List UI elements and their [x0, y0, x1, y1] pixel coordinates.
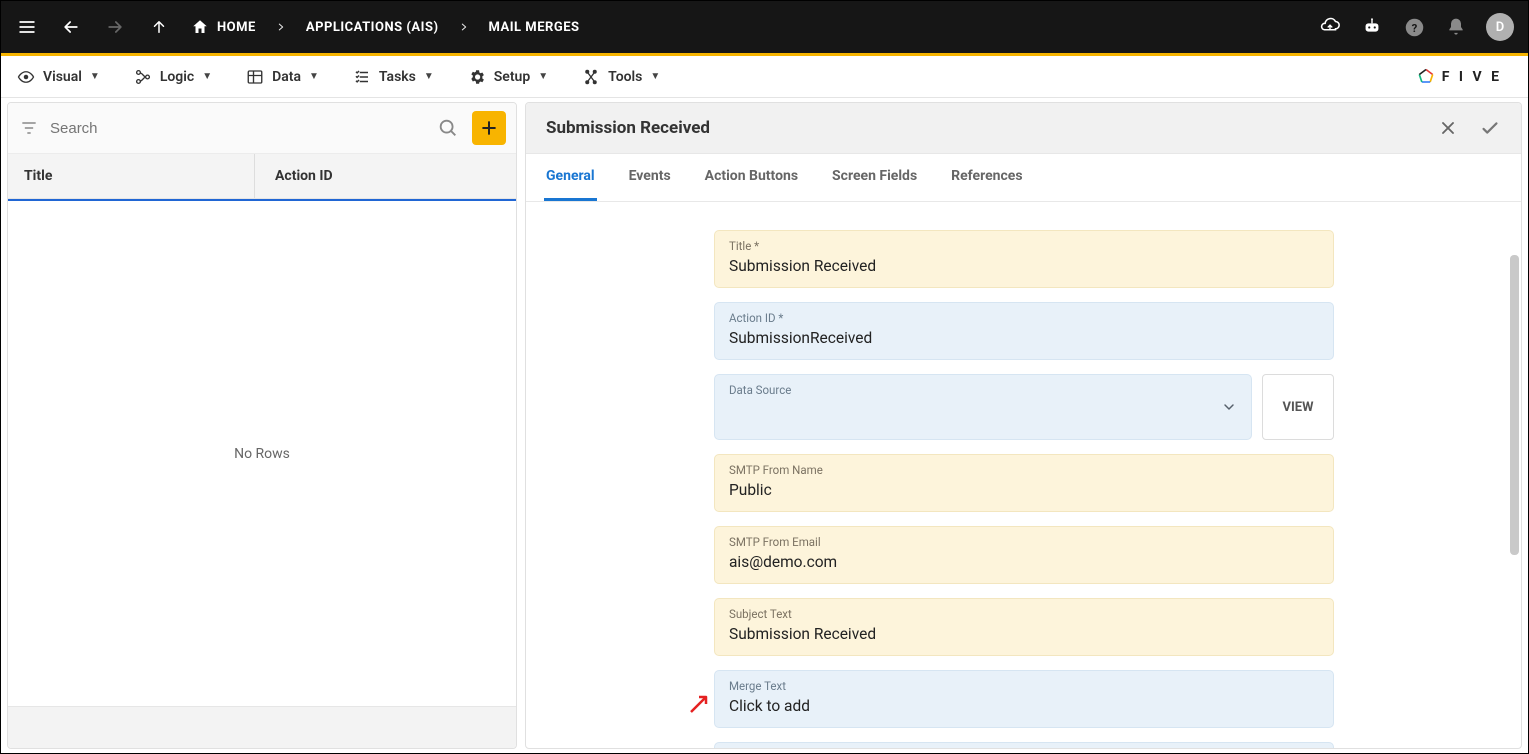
field-action-id[interactable]: Action ID * SubmissionReceived: [714, 302, 1334, 360]
topbar-left: HOME APPLICATIONS (AIS) MAIL MERGES: [15, 15, 580, 39]
logo: F I V E: [1416, 67, 1502, 87]
chevron-right-icon: [459, 22, 469, 32]
tabs: General Events Action Buttons Screen Fie…: [526, 154, 1521, 202]
caret-down-icon: ▼: [309, 71, 319, 82]
detail-header: Submission Received: [526, 103, 1521, 154]
form-scroll[interactable]: Title * Submission Received Action ID * …: [526, 202, 1521, 748]
breadcrumb: HOME APPLICATIONS (AIS) MAIL MERGES: [191, 18, 580, 36]
annotation-arrow-icon: [688, 692, 712, 716]
tab-screen-fields[interactable]: Screen Fields: [830, 154, 919, 201]
tab-references[interactable]: References: [949, 154, 1024, 201]
breadcrumb-applications[interactable]: APPLICATIONS (AIS): [306, 20, 439, 35]
close-icon[interactable]: [1437, 117, 1459, 139]
scrollbar-thumb[interactable]: [1510, 255, 1519, 555]
field-help-text[interactable]: Help Text Click to add: [714, 742, 1334, 748]
menu-data[interactable]: Data ▼: [246, 68, 319, 86]
field-action-id-label: Action ID *: [729, 311, 1319, 325]
tab-action-buttons[interactable]: Action Buttons: [703, 154, 800, 201]
detail-actions: [1437, 117, 1501, 139]
form-inner: Title * Submission Received Action ID * …: [714, 230, 1334, 748]
field-smtp-from-name[interactable]: SMTP From Name Public: [714, 454, 1334, 512]
svg-text:?: ?: [1411, 20, 1417, 34]
tab-events[interactable]: Events: [627, 154, 673, 201]
field-smtp-from-email[interactable]: SMTP From Email ais@demo.com: [714, 526, 1334, 584]
chevron-down-icon: [1221, 399, 1237, 415]
field-merge-text[interactable]: Merge Text Click to add: [714, 670, 1334, 728]
bot-icon[interactable]: [1360, 15, 1384, 39]
menu-visual[interactable]: Visual ▼: [17, 68, 100, 86]
menu-icon[interactable]: [15, 15, 39, 39]
breadcrumb-applications-label: APPLICATIONS (AIS): [306, 20, 439, 35]
left-pane: Title Action ID No Rows: [7, 102, 517, 749]
field-smtp-from-email-value: ais@demo.com: [729, 553, 1319, 573]
forward-icon: [103, 15, 127, 39]
table-head: Title Action ID: [8, 154, 516, 199]
field-title-value: Submission Received: [729, 257, 1319, 277]
topbar: HOME APPLICATIONS (AIS) MAIL MERGES ?: [1, 1, 1528, 53]
no-rows-label: No Rows: [8, 201, 516, 706]
menu-setup-label: Setup: [494, 69, 530, 85]
search-input[interactable]: [50, 120, 424, 137]
field-subject-text[interactable]: Subject Text Submission Received: [714, 598, 1334, 656]
field-subject-text-label: Subject Text: [729, 607, 1319, 621]
menu-tools-label: Tools: [608, 69, 642, 85]
field-title-label: Title *: [729, 239, 1319, 253]
field-data-source-value: [729, 401, 1237, 421]
menu-tools[interactable]: Tools ▼: [582, 68, 660, 86]
menu-setup[interactable]: Setup ▼: [468, 68, 548, 86]
field-smtp-from-name-value: Public: [729, 481, 1319, 501]
detail-title: Submission Received: [546, 118, 710, 138]
chevron-right-icon: [276, 22, 286, 32]
field-data-source-label: Data Source: [729, 383, 1237, 397]
caret-down-icon: ▼: [424, 71, 434, 82]
back-icon[interactable]: [59, 15, 83, 39]
view-button[interactable]: VIEW: [1262, 374, 1334, 440]
logo-text: F I V E: [1442, 69, 1502, 85]
menu-logic[interactable]: Logic ▼: [134, 68, 212, 86]
field-smtp-from-name-label: SMTP From Name: [729, 463, 1319, 477]
cloud-sync-icon[interactable]: [1318, 15, 1342, 39]
col-title[interactable]: Title: [24, 168, 254, 184]
breadcrumb-home[interactable]: HOME: [191, 18, 256, 36]
main: Title Action ID No Rows Submission Recei…: [1, 98, 1528, 753]
tab-general[interactable]: General: [544, 154, 597, 201]
left-footer: [8, 706, 516, 748]
menu-logic-label: Logic: [160, 69, 194, 85]
avatar-letter: D: [1496, 20, 1504, 35]
field-action-id-value: SubmissionReceived: [729, 329, 1319, 349]
topbar-right: ? D: [1318, 13, 1514, 41]
filter-icon[interactable]: [18, 118, 40, 138]
menu-visual-label: Visual: [43, 69, 82, 85]
logo-mark-icon: [1416, 67, 1436, 87]
right-pane: Submission Received General Events Actio…: [525, 102, 1522, 749]
up-icon[interactable]: [147, 15, 171, 39]
col-action-id[interactable]: Action ID: [255, 168, 500, 184]
menubar: Visual ▼ Logic ▼ Data ▼ Tasks ▼ Setup ▼ Tools…: [1, 56, 1528, 98]
menu-data-label: Data: [272, 69, 301, 85]
caret-down-icon: ▼: [202, 71, 212, 82]
bell-icon[interactable]: [1444, 15, 1468, 39]
breadcrumb-mailmerges[interactable]: MAIL MERGES: [489, 20, 580, 35]
menu-tasks-label: Tasks: [379, 69, 416, 85]
caret-down-icon: ▼: [538, 71, 548, 82]
avatar[interactable]: D: [1486, 13, 1514, 41]
breadcrumb-mailmerges-label: MAIL MERGES: [489, 20, 580, 35]
caret-down-icon: ▼: [650, 71, 660, 82]
help-icon[interactable]: ?: [1402, 15, 1426, 39]
caret-down-icon: ▼: [90, 71, 100, 82]
breadcrumb-home-label: HOME: [217, 20, 256, 35]
field-smtp-from-email-label: SMTP From Email: [729, 535, 1319, 549]
field-subject-text-value: Submission Received: [729, 625, 1319, 645]
search-icon[interactable]: [434, 117, 462, 139]
field-merge-text-value: Click to add: [729, 697, 1319, 717]
menu-tasks[interactable]: Tasks ▼: [353, 68, 434, 86]
field-merge-text-label: Merge Text: [729, 679, 1319, 693]
save-check-icon[interactable]: [1479, 117, 1501, 139]
field-data-source[interactable]: Data Source: [714, 374, 1252, 440]
field-title[interactable]: Title * Submission Received: [714, 230, 1334, 288]
search-row: [8, 103, 516, 154]
add-button[interactable]: [472, 111, 506, 145]
